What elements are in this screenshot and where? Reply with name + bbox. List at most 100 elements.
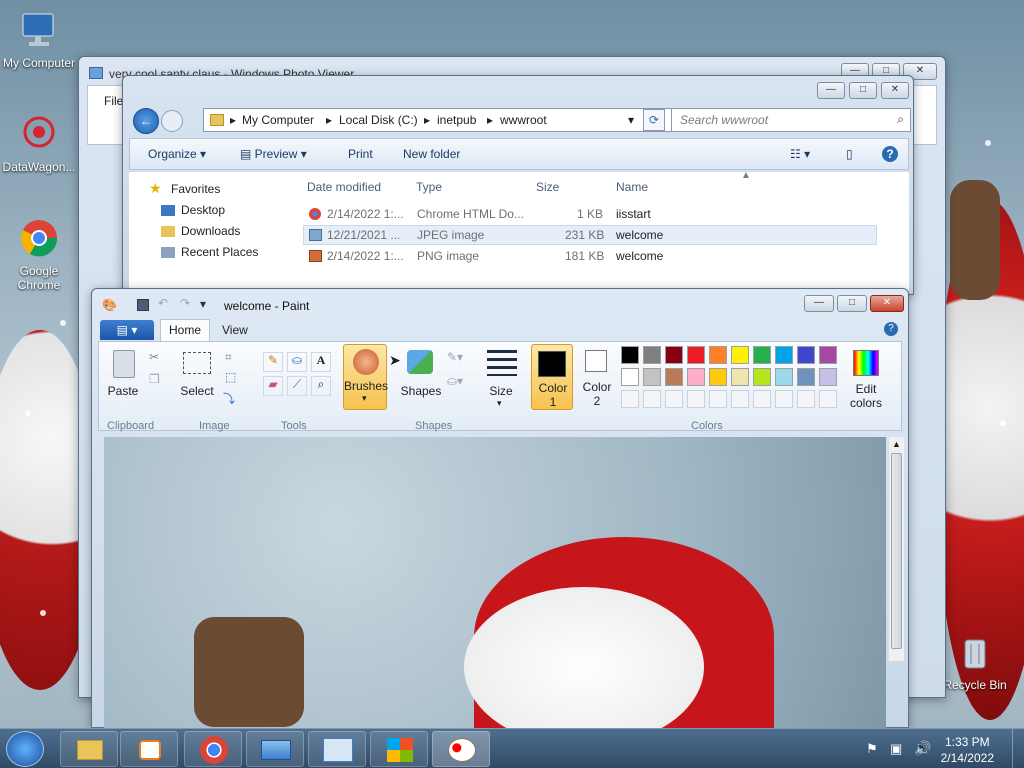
explorer-window[interactable]: — □ ✕ ← ▸ My Computer ▸ Local Disk (C:) … (122, 75, 914, 295)
edit-colors-button[interactable]: Edit colors (845, 348, 887, 410)
quick-access-dropdown[interactable]: ▾ (200, 297, 206, 311)
vertical-scrollbar[interactable]: ▲ (888, 437, 904, 661)
custom-color-slot[interactable] (753, 390, 771, 408)
color-swatch[interactable] (797, 346, 815, 364)
taskbar-media-player-button[interactable] (120, 731, 178, 767)
color-swatch[interactable] (797, 368, 815, 386)
desktop-icon-my-computer[interactable]: My Computer (0, 8, 78, 70)
column-size[interactable]: Size (536, 180, 559, 194)
color-swatch[interactable] (621, 346, 639, 364)
maximize-button[interactable]: □ (837, 295, 867, 312)
table-row[interactable]: 2/14/2022 1:... Chrome HTML Do... 1 KB i… (303, 204, 877, 224)
shapes-button[interactable]: Shapes (399, 348, 443, 408)
text-icon[interactable]: A (311, 352, 331, 372)
redo-icon[interactable]: ↷ (180, 296, 190, 310)
brushes-button[interactable]: Brushes ▾ (343, 344, 388, 410)
paint-menu-button[interactable]: ▤ ▾ (100, 320, 154, 340)
forward-button[interactable] (161, 110, 183, 132)
breadcrumb-inetpub[interactable]: inetpub (437, 113, 476, 127)
paint-window[interactable]: 🎨 ↶ ↷ ▾ welcome - Paint — □ ✕ ▤ ▾ Home V… (91, 288, 909, 729)
taskbar-chrome-button[interactable] (184, 731, 242, 767)
start-button[interactable] (6, 731, 44, 767)
help-icon[interactable]: ? (882, 146, 898, 162)
color-swatch[interactable] (753, 368, 771, 386)
breadcrumb-local-disk[interactable]: Local Disk (C:) (339, 113, 418, 127)
table-row[interactable]: 2/14/2022 1:... PNG image 181 KB welcome (303, 246, 877, 266)
column-date-modified[interactable]: Date modified (307, 180, 381, 194)
help-icon[interactable]: ? (884, 322, 898, 336)
taskbar-paint-button[interactable] (432, 731, 490, 767)
new-folder-button[interactable]: New folder (403, 147, 460, 161)
taskbar-photo-viewer-button[interactable] (246, 731, 304, 767)
crop-icon[interactable]: ⌗ (225, 350, 232, 365)
color-swatch[interactable] (709, 368, 727, 386)
desktop-icon-datawagon[interactable]: DataWagon... (0, 112, 78, 174)
color2-button[interactable]: Color 2 (577, 348, 617, 410)
fill-icon[interactable]: ⛀ (287, 352, 307, 372)
copy-icon[interactable]: ❐ (149, 372, 160, 386)
custom-color-slot[interactable] (709, 390, 727, 408)
color-swatch[interactable] (775, 346, 793, 364)
color-swatch[interactable] (819, 368, 837, 386)
nav-desktop[interactable]: Desktop (181, 203, 225, 217)
show-desktop-button[interactable] (1012, 729, 1024, 768)
breadcrumb-my-computer[interactable]: My Computer (242, 113, 314, 127)
color-swatch[interactable] (665, 346, 683, 364)
color-swatch[interactable] (665, 368, 683, 386)
resize-icon[interactable]: ⬚ (225, 370, 236, 384)
view-options-icon[interactable]: ☷ ▾ (790, 147, 810, 161)
taskbar-explorer-button[interactable] (60, 731, 118, 767)
color-swatch[interactable] (775, 368, 793, 386)
save-icon[interactable] (137, 299, 149, 311)
desktop-icon-google-chrome[interactable]: Google Chrome (0, 216, 78, 292)
color-swatch[interactable] (731, 346, 749, 364)
taskbar-control-panel-button[interactable] (308, 731, 366, 767)
color1-button[interactable]: Color 1 (531, 344, 573, 410)
organize-button[interactable]: Organize ▾ (148, 147, 206, 161)
nav-recent-places[interactable]: Recent Places (181, 245, 258, 259)
paint-canvas[interactable] (104, 437, 886, 729)
column-type[interactable]: Type (416, 180, 442, 194)
file-menu[interactable]: File (104, 94, 123, 108)
tab-home[interactable]: Home (160, 319, 210, 341)
network-icon[interactable]: ▣ (890, 741, 902, 757)
color-swatch[interactable] (621, 368, 639, 386)
minimize-button[interactable]: — (817, 82, 845, 99)
custom-color-slot[interactable] (797, 390, 815, 408)
paste-button[interactable]: Paste (105, 348, 141, 408)
search-input[interactable]: Search wwwroot ⌕ (671, 108, 911, 132)
fill-style-icon[interactable]: ⛀▾ (447, 374, 463, 388)
color-swatch[interactable] (819, 346, 837, 364)
select-button[interactable]: Select (179, 348, 215, 408)
color-swatch[interactable] (709, 346, 727, 364)
close-button[interactable]: ✕ (881, 82, 909, 99)
custom-color-slot[interactable] (775, 390, 793, 408)
custom-color-slot[interactable] (819, 390, 837, 408)
undo-icon[interactable]: ↶ (158, 296, 168, 310)
chevron-down-icon[interactable]: ▾ (628, 113, 634, 127)
custom-color-slot[interactable] (665, 390, 683, 408)
custom-color-slot[interactable] (687, 390, 705, 408)
color-swatch[interactable] (687, 368, 705, 386)
maximize-button[interactable]: □ (849, 82, 877, 99)
refresh-button[interactable]: ⟳ (643, 109, 665, 131)
desktop-icon-recycle-bin[interactable]: Recycle Bin (936, 630, 1014, 692)
tab-view[interactable]: View (222, 323, 248, 337)
color-swatch[interactable] (643, 346, 661, 364)
magnifier-icon[interactable]: ⌕ (311, 376, 331, 396)
scroll-thumb[interactable] (891, 453, 902, 649)
custom-color-slot[interactable] (731, 390, 749, 408)
action-center-icon[interactable]: ⚑ (866, 741, 878, 757)
eraser-icon[interactable]: ▰ (263, 376, 283, 396)
breadcrumb-wwwroot[interactable]: wwwroot (500, 113, 547, 127)
color-swatch[interactable] (643, 368, 661, 386)
color-picker-icon[interactable]: ⟋ (287, 376, 307, 396)
print-button[interactable]: Print (348, 147, 373, 161)
color-swatch[interactable] (731, 368, 749, 386)
outline-icon[interactable]: ✎▾ (447, 350, 463, 364)
column-name[interactable]: Name (616, 180, 648, 194)
custom-color-slot[interactable] (621, 390, 639, 408)
minimize-button[interactable]: — (804, 295, 834, 312)
rotate-icon[interactable]: ⤵ (223, 390, 235, 407)
close-button[interactable]: ✕ (870, 295, 904, 312)
